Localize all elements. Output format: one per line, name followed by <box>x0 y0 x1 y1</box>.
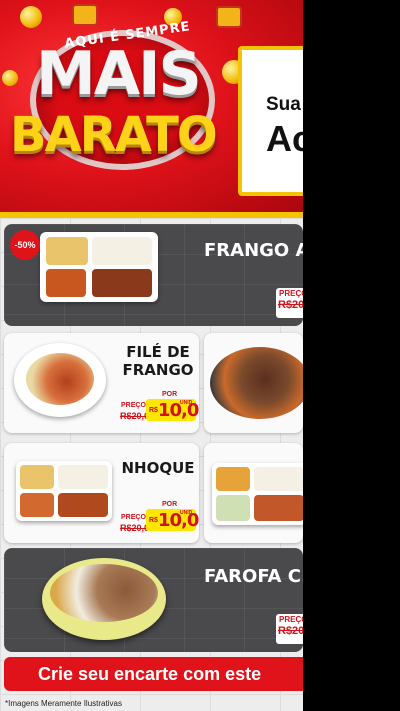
food-tray-image <box>40 232 158 302</box>
farofa-plate <box>50 564 158 622</box>
price-label: PREÇO <box>279 289 303 298</box>
product-title: FILÉ DE FRANGO <box>122 343 194 379</box>
old-price-tag: PREÇO R$20 <box>276 614 303 644</box>
cash-register-icon <box>216 6 242 28</box>
promo-card-line1: Sua <box>266 94 301 115</box>
coin-icon <box>20 6 42 28</box>
gnocchi-cell <box>58 493 108 517</box>
product-card-partial[interactable] <box>204 333 303 433</box>
product-title: FAROFA C <box>204 566 301 587</box>
rice-cell <box>58 465 108 489</box>
por-label: POR <box>162 501 178 508</box>
food-bowl-image <box>42 558 166 640</box>
blank-side-panel <box>303 0 400 711</box>
product-card-partial[interactable] <box>204 443 303 543</box>
unit-label: UNID <box>180 400 193 406</box>
chicken-plate <box>26 353 94 405</box>
food-tray-image <box>212 463 303 525</box>
hero-banner: AQUI É SEMPRE MAIS BARATO Sua Ac <box>0 0 303 218</box>
create-flyer-button[interactable]: Crie seu encarte com este <box>4 657 303 691</box>
por-label: POR <box>162 391 178 398</box>
carrot-cell <box>20 493 54 517</box>
carrot-cell <box>46 269 86 297</box>
coin-icon <box>2 70 18 86</box>
product-title: NHOQUE <box>121 459 195 477</box>
food-tray-image <box>16 461 112 521</box>
currency: R$ <box>149 407 158 414</box>
rice-cell <box>92 237 152 265</box>
food-bowl-image <box>14 343 106 417</box>
product-title: FRANGO AC <box>204 240 303 261</box>
disclaimer-text: *Imagens Meramente Ilustrativas <box>5 699 122 708</box>
unit-label: UNID <box>180 510 193 516</box>
rice-cell <box>46 237 88 265</box>
price-label: PREÇO <box>121 402 146 409</box>
product-card-nhoque[interactable]: NHOQUE PREÇO R$20,00 POR R$ 10,00 UNID <box>4 443 199 543</box>
product-card-farofa[interactable]: FAROFA C PREÇO R$20 <box>4 548 303 652</box>
price-box: R$ 10,00 UNID <box>146 509 199 531</box>
old-price-tag: PREÇO R$20,00 <box>276 288 303 318</box>
price-value: 10,00 <box>158 400 199 421</box>
chicken-cell <box>92 269 152 297</box>
old-price-tag: PREÇO R$20,00 <box>118 401 154 421</box>
discount-badge: -50% <box>10 230 40 260</box>
promo-card: Sua Ac <box>238 46 303 196</box>
logo-mais: MAIS <box>36 39 202 109</box>
price-value: 10,00 <box>158 510 199 531</box>
old-price: R$20,00 <box>278 299 303 311</box>
product-card-frango[interactable]: -50% FRANGO AC PREÇO R$20,00 <box>4 224 303 326</box>
salad-cell <box>216 495 250 521</box>
potato-cell <box>20 465 54 489</box>
food-bowl-image <box>210 347 303 419</box>
price-label: PREÇO <box>121 514 146 521</box>
meat-cell <box>254 495 303 521</box>
price-label: PREÇO <box>279 615 303 624</box>
old-price-tag: PREÇO R$20,00 <box>118 513 154 533</box>
create-flyer-label: Crie seu encarte com este <box>38 664 262 684</box>
old-price: R$20 <box>278 625 303 637</box>
logo-barato: BARATO <box>10 107 218 163</box>
corn-cell <box>216 467 250 491</box>
product-card-file-de-frango[interactable]: FILÉ DE FRANGO PREÇO R$20,00 POR R$ 10,0… <box>4 333 199 433</box>
currency: R$ <box>149 517 158 524</box>
flyer-canvas: AQUI É SEMPRE MAIS BARATO Sua Ac -50% FR… <box>0 0 303 711</box>
cash-register-icon <box>72 4 98 26</box>
promo-card-line2: Ac <box>266 118 303 159</box>
rice-cell <box>254 467 303 491</box>
price-box: R$ 10,00 UNID <box>146 399 199 421</box>
